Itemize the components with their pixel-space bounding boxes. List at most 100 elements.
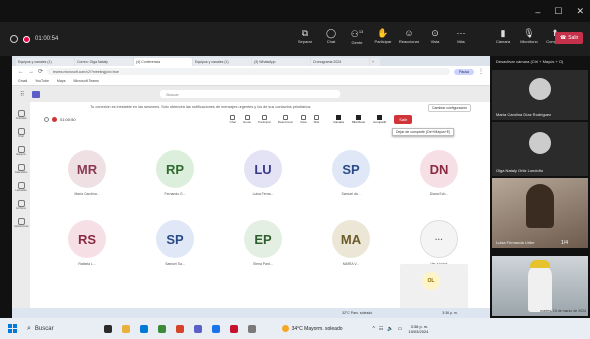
- shield-icon: [44, 116, 49, 122]
- inner-tool-reaccionar[interactable]: Reaccionar: [278, 114, 293, 124]
- toolbar-button-más[interactable]: ⋯ Más: [448, 27, 474, 44]
- clock[interactable]: 3:38 p. m. 19/03/2024: [408, 324, 428, 334]
- participant-avatar[interactable]: DN: [420, 150, 458, 188]
- inner-leave-button[interactable]: Salir: [394, 114, 413, 124]
- toolbar-button-chat[interactable]: ◯ Chat: [318, 27, 344, 44]
- network-icon[interactable]: ☷: [379, 326, 383, 332]
- bookmark-link[interactable]: Microsoft Teams: [73, 79, 98, 83]
- recording-icon: [23, 35, 30, 43]
- pager[interactable]: 1/4: [561, 240, 568, 246]
- reload-icon[interactable]: ⟳: [38, 68, 43, 75]
- taskbar-app-icon[interactable]: [211, 324, 220, 333]
- taskbar-app-icon[interactable]: [175, 324, 184, 333]
- window-controls: – ☐ ✕: [535, 6, 584, 17]
- toolbar-button-gente[interactable]: ⚇13 Gente: [344, 26, 370, 45]
- teams-logo-icon: [32, 90, 41, 98]
- inner-control-micrófono[interactable]: Micrófono: [352, 114, 365, 124]
- inner-control-cámara[interactable]: Cámara: [333, 114, 344, 124]
- participant-name: Samuel da...: [341, 192, 361, 196]
- participant-avatar[interactable]: SP: [332, 150, 370, 188]
- participant-avatar[interactable]: LU: [244, 150, 282, 188]
- inner-tool-vista[interactable]: Vista: [300, 114, 307, 124]
- toolbar-button-cámara[interactable]: ▮ Cámara: [490, 27, 516, 44]
- profile-pill[interactable]: Pausa: [454, 68, 474, 75]
- browser-tab[interactable]: Cronograma 2024: [311, 58, 369, 66]
- tab-bar: Equipos y canales (1) Correo: Olga Nataly…: [12, 56, 490, 66]
- people-count: 13: [358, 29, 364, 34]
- rail-item-calendario[interactable]: Calendario: [14, 164, 28, 174]
- meeting-toolbar: 01:00:54 ⧉ Separar ◯ Chat ⚇13 Gente ✋ Participa…: [0, 22, 590, 56]
- rail-icon: [17, 146, 25, 153]
- browser-window: Equipos y canales (1) Correo: Olga Nataly…: [12, 56, 490, 318]
- bookmark-link[interactable]: Gmail: [18, 79, 27, 83]
- browser-tab[interactable]: +: [370, 58, 380, 66]
- toolbar-button-separar[interactable]: ⧉ Separar: [292, 27, 318, 44]
- rail-item-archivos[interactable]: Archivos: [14, 200, 28, 210]
- close-button[interactable]: ✕: [576, 6, 584, 17]
- recording-icon: [52, 116, 57, 122]
- participant-avatar[interactable]: RP: [156, 150, 194, 188]
- toolbar-button-reaccionar[interactable]: ☺ Reaccionar: [396, 27, 422, 44]
- taskbar-app-icon[interactable]: [139, 324, 148, 333]
- participant-avatar[interactable]: MA: [332, 220, 370, 258]
- taskbar-app-icon[interactable]: [229, 324, 238, 333]
- shield-icon: [10, 35, 18, 43]
- taskbar-search[interactable]: ⌕ Buscar: [27, 325, 54, 333]
- inner-tool-más[interactable]: Más: [314, 114, 319, 124]
- toolbar-button-vista[interactable]: ⊙ Vista: [422, 27, 448, 44]
- inner-tool-participar[interactable]: Participar: [258, 114, 271, 124]
- participant-avatar[interactable]: MR: [68, 150, 106, 188]
- browser-tab[interactable]: Correo: Olga Nataly: [75, 58, 133, 66]
- url-field[interactable]: teams.microsoft.com/v2/?meetingjoin=true: [47, 68, 451, 75]
- app-rail: Actividad Chat Equipos Calendario Llamadas Ar…: [12, 102, 30, 318]
- browser-tab[interactable]: Equipos y canales (1): [16, 58, 74, 66]
- taskbar: ⌕ Buscar 34°C Mayorm. soleado ^ ☷ 🔈 ▭ 3:…: [0, 318, 590, 339]
- phone-icon: ☎: [560, 35, 567, 41]
- participant-video-tile[interactable]: martes, 19 de marzo de 2024: [492, 256, 588, 316]
- mic-icon: 🎙: [523, 28, 535, 38]
- forward-icon[interactable]: →: [28, 69, 34, 75]
- chevron-up-icon[interactable]: ^: [373, 326, 375, 332]
- participant-tile[interactable]: Olga Nataly Ortiz Londoño: [492, 122, 588, 176]
- taskbar-app-icon[interactable]: [247, 324, 256, 333]
- volume-icon[interactable]: 🔈: [387, 326, 393, 332]
- app-grid-icon[interactable]: ⠿: [20, 91, 24, 98]
- rail-item-chat[interactable]: Chat: [14, 128, 28, 138]
- back-icon[interactable]: ←: [18, 69, 24, 75]
- maximize-button[interactable]: ☐: [554, 6, 562, 17]
- bookmark-link[interactable]: Maps: [57, 79, 66, 83]
- rail-item-equipos[interactable]: Equipos: [14, 146, 28, 156]
- meeting-stage: Tu conexión es inestable en las sesiones…: [30, 102, 490, 318]
- participant-video-tile[interactable]: Luisa Fernanda Uribe 1/4: [492, 178, 588, 248]
- toolbar-button-micrófono[interactable]: 🎙 Micrófono: [516, 27, 542, 44]
- battery-icon[interactable]: ▭: [398, 326, 403, 332]
- bookmark-link[interactable]: YouTube: [35, 79, 49, 83]
- participant-avatar[interactable]: ···: [420, 220, 458, 258]
- participant-tile[interactable]: María Carolina Díaz Rodríguez: [492, 70, 588, 120]
- search-input[interactable]: Buscar: [160, 90, 341, 98]
- inner-control-compartir[interactable]: Compartir: [373, 114, 386, 124]
- participant-avatar[interactable]: RS: [68, 220, 106, 258]
- browser-tab[interactable]: (3) WhatsApp: [252, 58, 310, 66]
- minimize-button[interactable]: –: [535, 7, 540, 17]
- weather-widget[interactable]: 34°C Mayorm. soleado: [281, 325, 343, 332]
- taskbar-app-icon[interactable]: [103, 324, 112, 333]
- notice-action-button[interactable]: Cambiar configuración: [428, 104, 472, 112]
- menu-icon[interactable]: ⋮: [478, 68, 484, 75]
- inner-tool-gente[interactable]: Gente: [243, 114, 251, 124]
- rail-item-llamadas[interactable]: Llamadas: [14, 182, 28, 192]
- self-tile[interactable]: OL: [400, 264, 468, 312]
- rail-item-actividad[interactable]: Actividad: [14, 110, 28, 120]
- browser-tab[interactable]: Equipos y canales (1): [193, 58, 251, 66]
- toolbar-button-participar[interactable]: ✋ Participar: [370, 27, 396, 44]
- participant-avatar[interactable]: EP: [244, 220, 282, 258]
- taskbar-app-icon[interactable]: [121, 324, 130, 333]
- taskbar-app-icon[interactable]: [193, 324, 202, 333]
- windows-start-icon[interactable]: [8, 324, 17, 333]
- rail-item-aplicaciones[interactable]: Aplicaciones: [14, 218, 29, 228]
- leave-button[interactable]: ☎ Salir: [555, 32, 584, 44]
- browser-tab[interactable]: (4) Conferencia: [134, 58, 192, 66]
- participant-avatar[interactable]: SP: [156, 220, 194, 258]
- inner-tool-chat[interactable]: Chat: [230, 114, 236, 124]
- taskbar-app-icon[interactable]: [157, 324, 166, 333]
